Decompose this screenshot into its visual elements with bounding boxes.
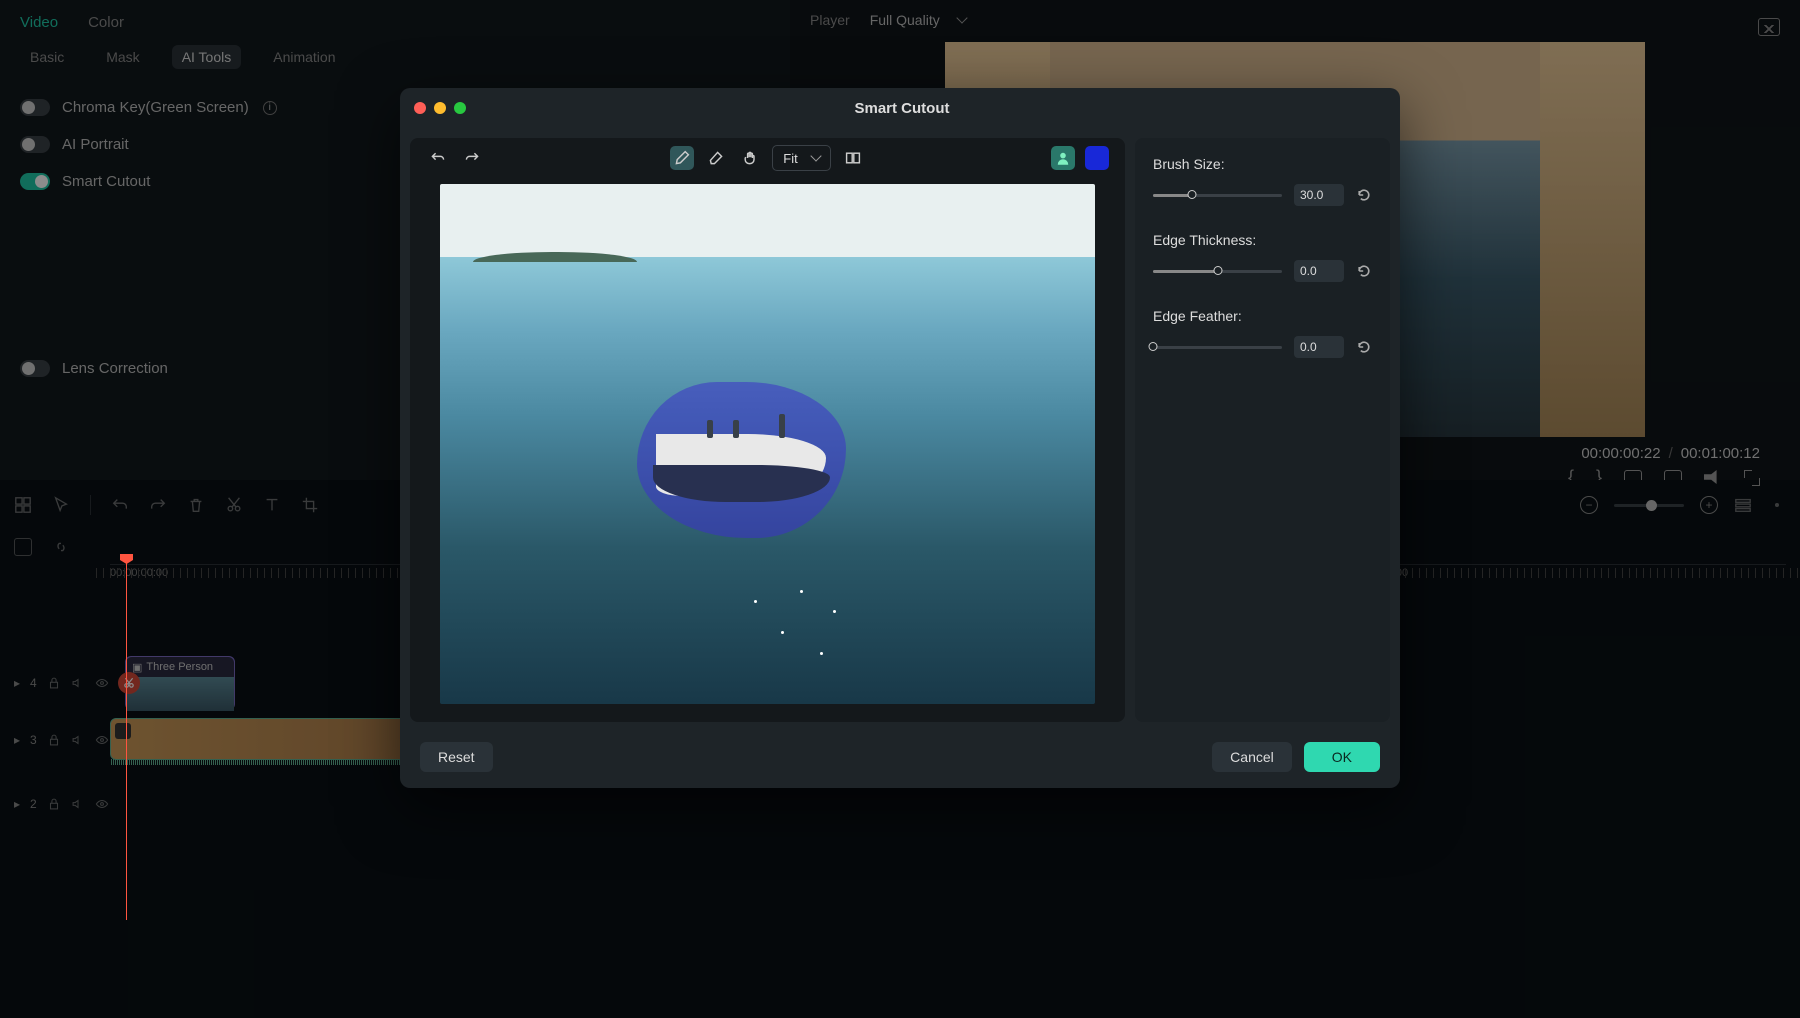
reset-button[interactable]: Reset <box>420 742 493 772</box>
pan-icon[interactable] <box>738 146 762 170</box>
brush-icon[interactable] <box>670 146 694 170</box>
brush-size-slider[interactable] <box>1153 194 1282 197</box>
canvas-panel: Fit <box>410 138 1125 722</box>
image-detail <box>781 631 784 634</box>
minimize-icon[interactable] <box>434 102 446 114</box>
edge-feather-field: Edge Feather: 0.0 <box>1153 308 1372 358</box>
reset-icon[interactable] <box>1356 263 1372 279</box>
ok-button[interactable]: OK <box>1304 742 1380 772</box>
canvas-toolbar: Fit <box>410 138 1125 178</box>
image-detail <box>754 600 757 603</box>
image-detail <box>820 652 823 655</box>
zoom-fit-dropdown[interactable]: Fit <box>772 145 830 171</box>
spacer <box>505 742 1201 772</box>
modal-footer: Reset Cancel OK <box>400 732 1400 788</box>
chevron-down-icon <box>810 150 821 161</box>
window-controls <box>414 102 466 114</box>
image-detail <box>800 590 803 593</box>
slider-knob <box>1187 190 1196 199</box>
edge-feather-value[interactable]: 0.0 <box>1294 336 1344 358</box>
modal-overlay: Smart Cutout Fit <box>0 0 1800 1018</box>
edge-thickness-slider[interactable] <box>1153 270 1282 273</box>
subject-overlay-icon[interactable] <box>1051 146 1075 170</box>
redo-icon[interactable] <box>460 146 484 170</box>
reset-icon[interactable] <box>1356 187 1372 203</box>
overlay-color-swatch[interactable] <box>1085 146 1109 170</box>
brush-size-field: Brush Size: 30.0 <box>1153 156 1372 206</box>
canvas-viewport[interactable] <box>440 184 1095 704</box>
cancel-button[interactable]: Cancel <box>1212 742 1292 772</box>
brush-group: Fit <box>670 145 864 171</box>
modal-body: Fit <box>400 128 1400 732</box>
image-detail <box>833 610 836 613</box>
image-detail <box>473 252 637 262</box>
maximize-icon[interactable] <box>454 102 466 114</box>
close-icon[interactable] <box>414 102 426 114</box>
fit-label: Fit <box>783 151 797 166</box>
modal-titlebar: Smart Cutout <box>400 88 1400 128</box>
image-detail <box>707 420 713 438</box>
field-label: Edge Feather: <box>1153 308 1372 324</box>
edge-thickness-value[interactable]: 0.0 <box>1294 260 1344 282</box>
modal-title: Smart Cutout <box>466 100 1338 117</box>
undo-icon[interactable] <box>426 146 450 170</box>
image-detail <box>779 414 785 438</box>
reset-icon[interactable] <box>1356 339 1372 355</box>
image-subject <box>656 434 826 496</box>
compare-icon[interactable] <box>841 146 865 170</box>
playhead[interactable] <box>126 560 127 920</box>
history-group <box>426 146 484 170</box>
field-label: Brush Size: <box>1153 156 1372 172</box>
controls-panel: Brush Size: 30.0 Edge Thickness: 0.0 <box>1135 138 1390 722</box>
smart-cutout-modal: Smart Cutout Fit <box>400 88 1400 788</box>
image-detail <box>733 420 739 438</box>
edge-thickness-field: Edge Thickness: 0.0 <box>1153 232 1372 282</box>
eraser-icon[interactable] <box>704 146 728 170</box>
overlay-group <box>1051 146 1109 170</box>
brush-size-value[interactable]: 30.0 <box>1294 184 1344 206</box>
field-label: Edge Thickness: <box>1153 232 1372 248</box>
slider-knob <box>1149 342 1158 351</box>
edge-feather-slider[interactable] <box>1153 346 1282 349</box>
slider-knob <box>1213 266 1222 275</box>
